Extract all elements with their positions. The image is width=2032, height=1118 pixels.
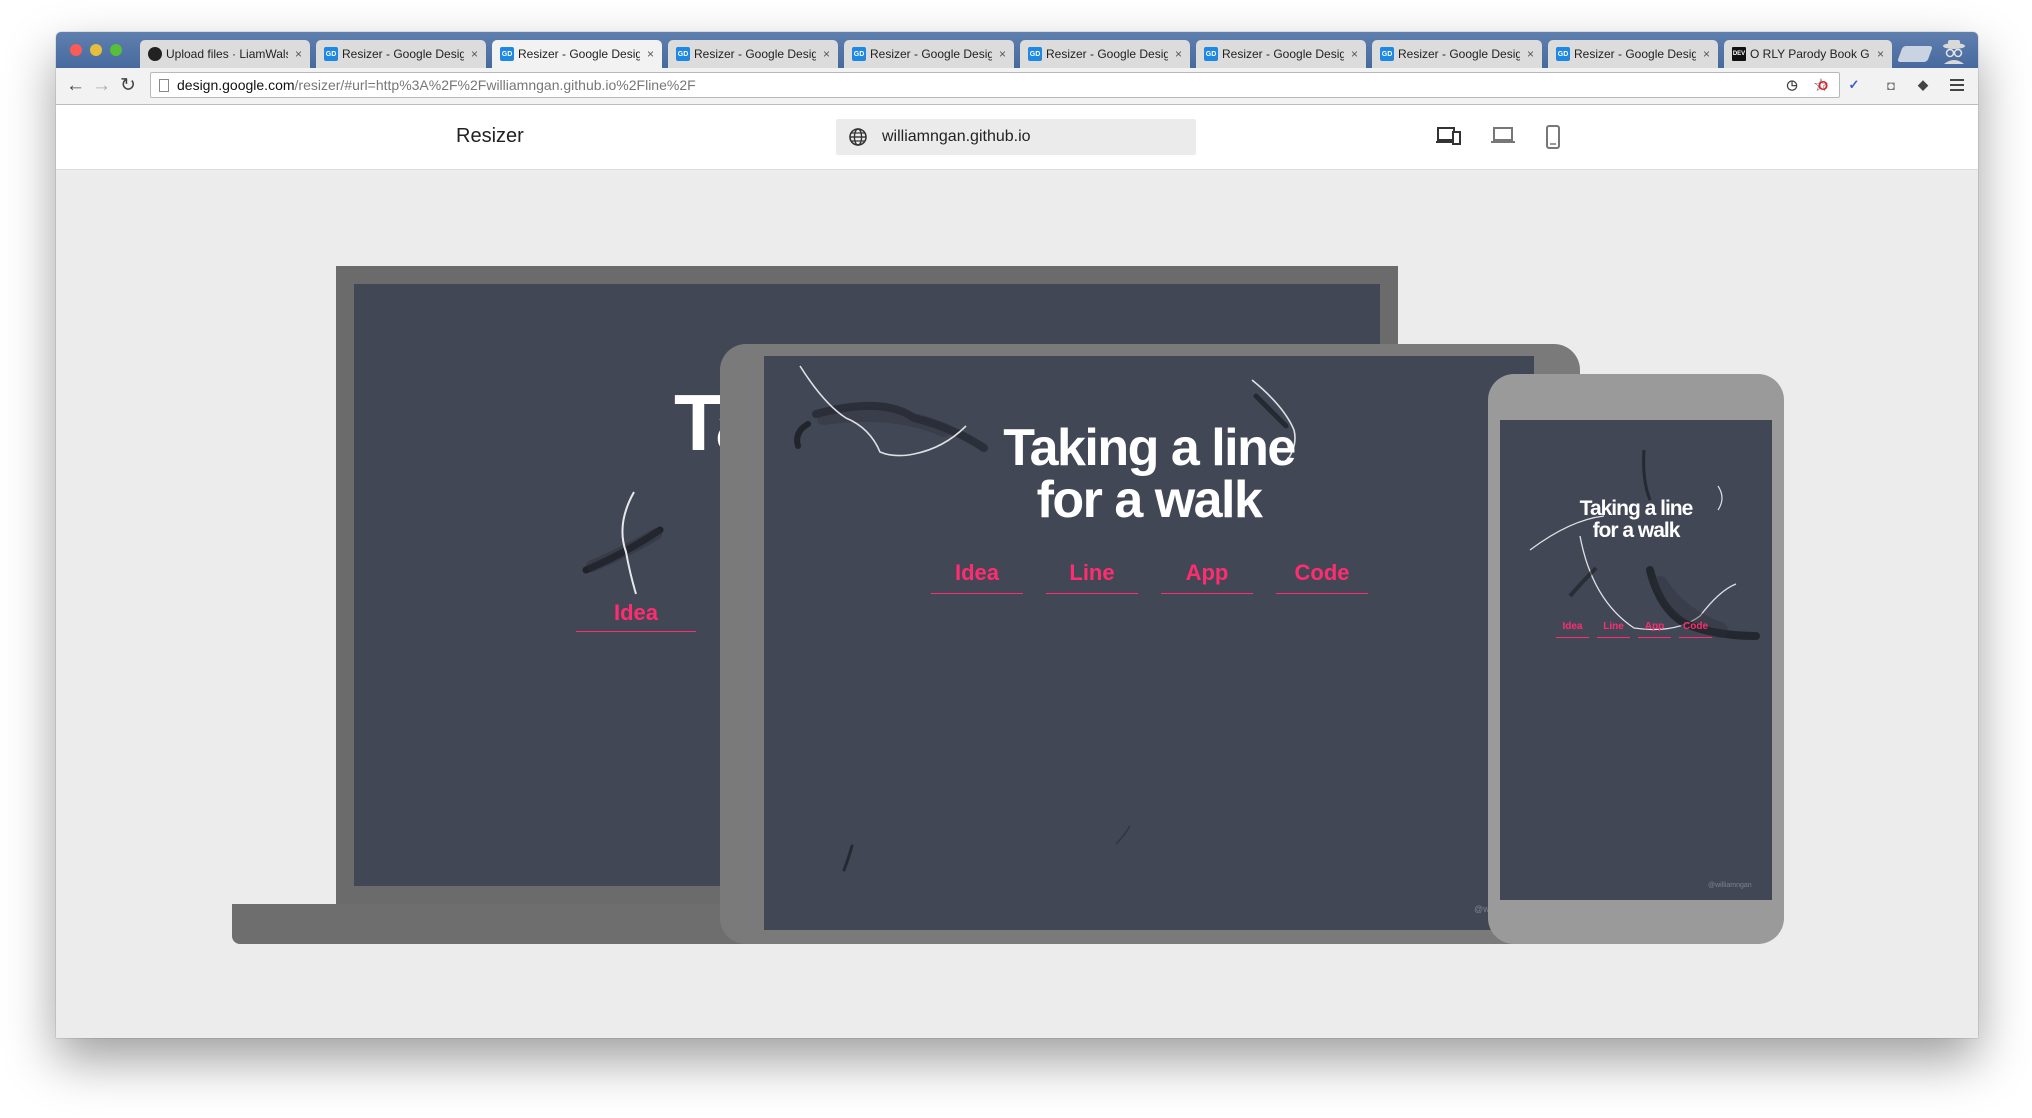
browser-tab[interactable]: GD Resizer - Google Design × [1372, 40, 1542, 68]
gd-icon: GD [1556, 47, 1570, 61]
tablet-link-code[interactable]: Code [1276, 552, 1368, 594]
browser-tab[interactable]: GD Resizer - Google Design × [668, 40, 838, 68]
tab-title: O RLY Parody Book Generator [1750, 47, 1870, 61]
zoom-window-button[interactable] [110, 44, 122, 56]
browser-window: Upload files · LiamWalsh × GD Resizer - Goo… [56, 32, 1978, 1038]
url-input[interactable]: williamngan.github.io [836, 119, 1196, 155]
tab-close-icon[interactable]: × [1877, 47, 1884, 61]
tab-close-icon[interactable]: × [1527, 47, 1534, 61]
close-window-button[interactable] [70, 44, 82, 56]
browser-tab[interactable]: GD Resizer - Google Design × [1020, 40, 1190, 68]
dev-icon: DEV [1732, 47, 1746, 61]
tab-title: Resizer - Google Design [1574, 47, 1696, 61]
phone-handle: @williamngan [1708, 882, 1752, 889]
tab-close-icon[interactable]: × [823, 47, 830, 61]
tab-close-icon[interactable]: × [1175, 47, 1182, 61]
gd-icon: GD [676, 47, 690, 61]
tab-close-icon[interactable]: × [1703, 47, 1710, 61]
tab-close-icon[interactable]: × [1351, 47, 1358, 61]
tab-close-icon[interactable]: × [471, 47, 478, 61]
page-icon [159, 78, 169, 92]
gd-icon: GD [324, 47, 338, 61]
browser-toolbar: ← → ↻ design.google.com/resizer/#url=htt… [56, 68, 1978, 105]
minimize-window-button[interactable] [90, 44, 102, 56]
back-button[interactable]: ← [66, 75, 85, 97]
address-path: /resizer/#url=http%3A%2F%2Fwilliamngan.g… [294, 77, 696, 93]
phone-link-idea[interactable]: Idea [1556, 616, 1589, 638]
gd-icon: GD [1380, 47, 1394, 61]
tablet-link-app[interactable]: App [1161, 552, 1253, 594]
tab-title: Resizer - Google Design [1046, 47, 1168, 61]
browser-tab[interactable]: GD Resizer - Google Design × [492, 40, 662, 68]
address-bar[interactable]: design.google.com/resizer/#url=http%3A%2… [150, 72, 1840, 98]
browser-tab[interactable]: GD Resizer - Google Design × [1548, 40, 1718, 68]
gd-icon: GD [852, 47, 866, 61]
phone-link-code[interactable]: Code [1679, 616, 1712, 638]
phone-link-line[interactable]: Line [1597, 616, 1630, 638]
browser-tab[interactable]: GD Resizer - Google Design × [316, 40, 486, 68]
gd-icon: GD [500, 47, 514, 61]
history-icon[interactable]: ◷ [1783, 76, 1801, 94]
browser-tab[interactable]: DEV O RLY Parody Book Generator × [1724, 40, 1892, 68]
responsive-mode-icon[interactable] [1436, 125, 1462, 147]
reload-button[interactable]: ↻ [120, 75, 136, 97]
phone-link-app[interactable]: App [1638, 616, 1671, 638]
tablet-link-idea[interactable]: Idea [931, 552, 1023, 594]
globe-icon [849, 128, 867, 146]
tab-title: Resizer - Google Design [870, 47, 992, 61]
address-host: design.google.com [177, 77, 295, 93]
tab-title: Resizer - Google Design [1398, 47, 1520, 61]
laptop-link-idea[interactable]: Idea [576, 594, 696, 632]
incognito-profile-icon[interactable] [1940, 38, 1968, 64]
gd-icon: GD [1028, 47, 1042, 61]
tab-title: Resizer - Google Design [518, 47, 640, 61]
resizer-header: Resizer williamngan.github.io [56, 105, 1978, 170]
phone-line-drawing [1529, 449, 1760, 640]
tab-title: Upload files · LiamWalsh [166, 47, 288, 61]
browser-tab[interactable]: GD Resizer - Google Design × [1196, 40, 1366, 68]
app-title: Resizer [456, 125, 524, 147]
tab-close-icon[interactable]: × [295, 47, 302, 61]
tab-title: Resizer - Google Design [342, 47, 464, 61]
github-icon [148, 47, 162, 61]
phone-site-nav: Idea Line App Code [1556, 616, 1712, 638]
new-tab-button[interactable] [1897, 46, 1933, 62]
laptop-site-nav: Idea [576, 594, 696, 632]
camera-icon[interactable]: ◘ [1882, 76, 1900, 94]
tab-title: Resizer - Google Design [1222, 47, 1344, 61]
tablet-site-title: Taking a line for a walk [1003, 419, 1296, 529]
browser-tab[interactable]: Upload files · LiamWalsh × [140, 40, 310, 68]
tablet-link-line[interactable]: Line [1046, 552, 1138, 594]
tablet-preview[interactable]: Taking a line for a walk Idea Line App C… [764, 356, 1534, 930]
url-input-value: williamngan.github.io [882, 128, 1031, 145]
tab-close-icon[interactable]: × [999, 47, 1006, 61]
ublock-icon[interactable]: ✓ [1845, 76, 1863, 94]
gd-icon: GD [1204, 47, 1218, 61]
mobile-mode-icon[interactable] [1544, 125, 1562, 149]
phone-site-title: Taking a line for a walk [1579, 497, 1694, 542]
desktop-mode-icon[interactable] [1490, 125, 1516, 147]
tab-title: Resizer - Google Design [694, 47, 816, 61]
tab-strip: Upload files · LiamWalsh × GD Resizer - Goo… [56, 32, 1978, 68]
tab-close-icon[interactable]: × [647, 47, 654, 61]
phone-preview[interactable]: Taking a line for a walk Idea Line App C… [1500, 420, 1772, 900]
forward-button[interactable]: → [92, 75, 111, 97]
browser-tab[interactable]: GD Resizer - Google Design × [844, 40, 1014, 68]
incognito-icon[interactable]: ◆ [1914, 76, 1932, 94]
chrome-menu-icon[interactable] [1950, 76, 1964, 94]
tablet-site-nav: Idea Line App Code [931, 552, 1368, 594]
preview-canvas: Ta Idea Taking a line for a walk Idea Li… [56, 170, 1978, 1038]
opera-icon[interactable]: O [1814, 76, 1832, 94]
